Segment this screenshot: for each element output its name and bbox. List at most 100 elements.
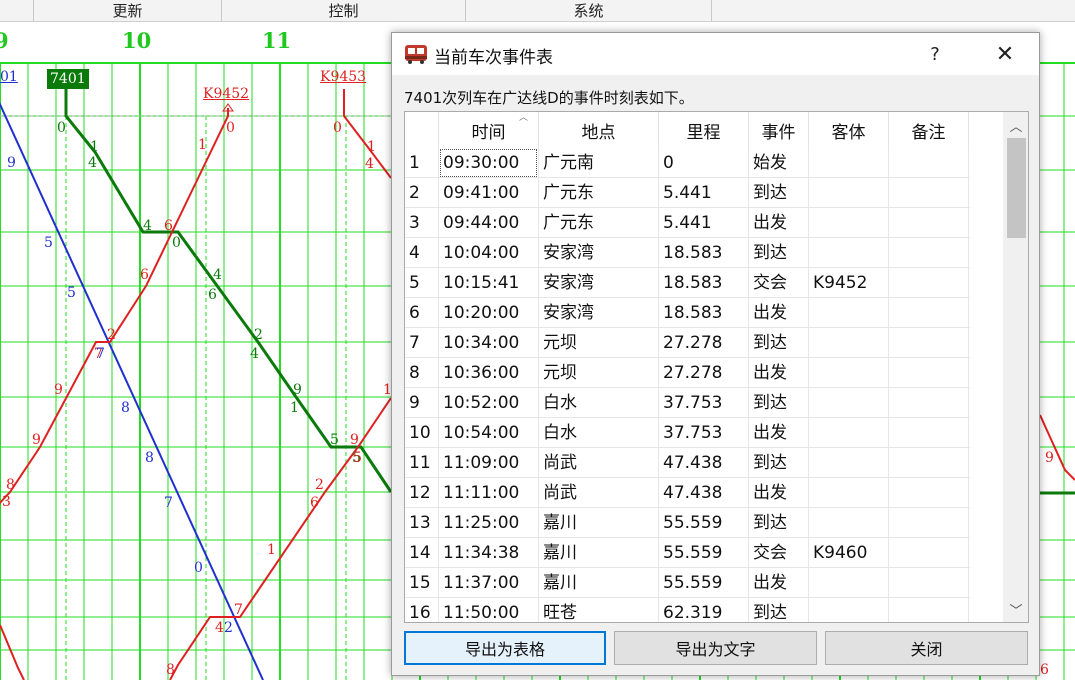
cell-object bbox=[813, 358, 889, 388]
cell-object bbox=[813, 508, 889, 538]
cell-mileage: 55.559 bbox=[663, 513, 723, 533]
cell-remark bbox=[893, 448, 969, 478]
cell-mileage: 18.583 bbox=[663, 273, 723, 293]
cell-event: 出发 bbox=[753, 573, 787, 593]
cell-event: 出发 bbox=[753, 213, 787, 233]
table-row[interactable]: 14 11:34:38 嘉川 55.559 交会 K9460 bbox=[405, 538, 970, 568]
table-row[interactable]: 12 11:11:00 尚武 47.438 出发 bbox=[405, 478, 970, 508]
cell-time: 10:54:00 bbox=[443, 423, 520, 443]
row-index: 16 bbox=[409, 603, 431, 623]
cell-object bbox=[813, 148, 889, 178]
row-index: 3 bbox=[409, 213, 420, 233]
column-header-time[interactable]: ︿ 时间 bbox=[439, 112, 539, 148]
table-row[interactable]: 10 10:54:00 白水 37.753 出发 bbox=[405, 418, 970, 448]
cell-event: 到达 bbox=[753, 513, 787, 533]
cell-remark bbox=[893, 568, 969, 598]
column-header-mileage[interactable]: 里程 bbox=[659, 112, 749, 148]
table-scrollbar[interactable]: ︿ ﹀ bbox=[1003, 112, 1028, 622]
cell-object: K9452 bbox=[813, 273, 868, 293]
table-header: ︿ 时间 地点 里程 事件 客体 备注 bbox=[405, 112, 1005, 148]
app-window: { "menu": { "items": ["更新", "控制", "系统"] … bbox=[0, 0, 1075, 680]
row-index: 12 bbox=[409, 483, 431, 503]
cell-time: 10:04:00 bbox=[443, 243, 520, 263]
minute-label-red: 6 bbox=[164, 218, 173, 234]
minute-label-red: 9 bbox=[350, 432, 359, 448]
table-row[interactable]: 16 11:50:00 旺苍 62.319 到达 bbox=[405, 598, 970, 623]
minute-label-red: 0 bbox=[333, 120, 342, 136]
cell-event: 到达 bbox=[753, 183, 787, 203]
cell-event: 交会 bbox=[753, 273, 787, 293]
close-window-button[interactable]: ✕ bbox=[982, 39, 1028, 69]
minute-label-red: 4 bbox=[365, 156, 374, 172]
row-index: 6 bbox=[409, 303, 420, 323]
cell-remark bbox=[893, 388, 969, 418]
export-text-button[interactable]: 导出为文字 bbox=[614, 631, 817, 665]
table-row[interactable]: 2 09:41:00 广元东 5.441 到达 bbox=[405, 178, 970, 208]
table-row[interactable]: 13 11:25:00 嘉川 55.559 到达 bbox=[405, 508, 970, 538]
dialog-titlebar[interactable]: 当前车次事件表 ? ✕ bbox=[392, 33, 1039, 75]
table-row[interactable]: 3 09:44:00 广元东 5.441 出发 bbox=[405, 208, 970, 238]
row-index: 11 bbox=[409, 453, 431, 473]
minute-label-blue: 2 bbox=[224, 620, 233, 636]
cell-time: 09:44:00 bbox=[443, 213, 520, 233]
minute-label-green: 4 bbox=[143, 218, 152, 234]
cell-remark bbox=[893, 178, 969, 208]
column-header-event[interactable]: 事件 bbox=[749, 112, 809, 148]
train-tag-blue[interactable]: 01 bbox=[0, 69, 18, 85]
cell-mileage: 55.559 bbox=[663, 543, 723, 563]
close-button[interactable]: 关闭 bbox=[825, 631, 1028, 665]
minute-label-red: 1 bbox=[367, 139, 376, 155]
minute-label-blue: 0 bbox=[194, 560, 203, 576]
help-button[interactable]: ? bbox=[912, 39, 958, 69]
column-header-object[interactable]: 客体 bbox=[809, 112, 889, 148]
train-tag-7401[interactable]: 7401 bbox=[47, 69, 89, 89]
cell-remark bbox=[893, 208, 969, 238]
row-index: 1 bbox=[409, 153, 420, 173]
table-row[interactable]: 5 10:15:41 安家湾 18.583 交会 K9452 bbox=[405, 268, 970, 298]
cell-mileage: 27.278 bbox=[663, 333, 723, 353]
dialog-caption: 7401次列车在广达线D的事件时刻表如下。 bbox=[404, 89, 694, 107]
scroll-up-icon[interactable]: ︿ bbox=[1003, 112, 1028, 138]
minute-label-red: 6 bbox=[310, 495, 319, 511]
minute-label-red: 7 bbox=[234, 602, 243, 618]
cell-event: 出发 bbox=[753, 423, 787, 443]
export-table-button[interactable]: 导出为表格 bbox=[404, 631, 606, 665]
table-row[interactable]: 1 09:30:00 广元南 0 始发 bbox=[405, 148, 970, 178]
cell-event: 出发 bbox=[753, 483, 787, 503]
table-row[interactable]: 11 11:09:00 尚武 47.438 到达 bbox=[405, 448, 970, 478]
cell-remark bbox=[893, 298, 969, 328]
minute-label-blue: 5 bbox=[44, 235, 53, 251]
column-header-remark[interactable]: 备注 bbox=[889, 112, 969, 148]
column-header-index[interactable] bbox=[405, 112, 439, 148]
cell-location: 元坝 bbox=[543, 333, 577, 353]
row-index: 2 bbox=[409, 183, 420, 203]
cell-event: 出发 bbox=[753, 303, 787, 323]
scroll-thumb[interactable] bbox=[1007, 138, 1026, 238]
cell-event: 到达 bbox=[753, 333, 787, 353]
table-row[interactable]: 15 11:37:00 嘉川 55.559 出发 bbox=[405, 568, 970, 598]
cell-location: 白水 bbox=[543, 423, 577, 443]
cell-mileage: 27.278 bbox=[663, 363, 723, 383]
table-row[interactable]: 6 10:20:00 安家湾 18.583 出发 bbox=[405, 298, 970, 328]
cell-object bbox=[813, 328, 889, 358]
column-header-location[interactable]: 地点 bbox=[539, 112, 659, 148]
event-table[interactable]: ︿ 时间 地点 里程 事件 客体 备注 1 09:30:00 广元南 0 始发 2 09:4… bbox=[404, 111, 1029, 623]
train-tag-k9453[interactable]: K9453 bbox=[320, 69, 366, 85]
cell-time: 11:11:00 bbox=[443, 483, 520, 503]
table-row[interactable]: 8 10:36:00 元坝 27.278 出发 bbox=[405, 358, 970, 388]
cell-object bbox=[813, 298, 889, 328]
table-row[interactable]: 7 10:34:00 元坝 27.278 到达 bbox=[405, 328, 970, 358]
train-tag-k9452[interactable]: K9452 bbox=[203, 86, 249, 102]
table-row[interactable]: 9 10:52:00 白水 37.753 到达 bbox=[405, 388, 970, 418]
table-row[interactable]: 4 10:04:00 安家湾 18.583 到达 bbox=[405, 238, 970, 268]
cell-event: 交会 bbox=[753, 543, 787, 563]
cell-mileage: 5.441 bbox=[663, 183, 712, 203]
cell-time: 10:15:41 bbox=[443, 273, 520, 293]
row-index: 9 bbox=[409, 393, 420, 413]
cell-location: 安家湾 bbox=[543, 303, 594, 323]
row-index: 8 bbox=[409, 363, 420, 383]
minute-label-red: 2 bbox=[315, 477, 324, 493]
cell-event: 始发 bbox=[753, 153, 787, 173]
minute-label-red: 8 bbox=[6, 477, 15, 493]
scroll-down-icon[interactable]: ﹀ bbox=[1003, 596, 1028, 622]
